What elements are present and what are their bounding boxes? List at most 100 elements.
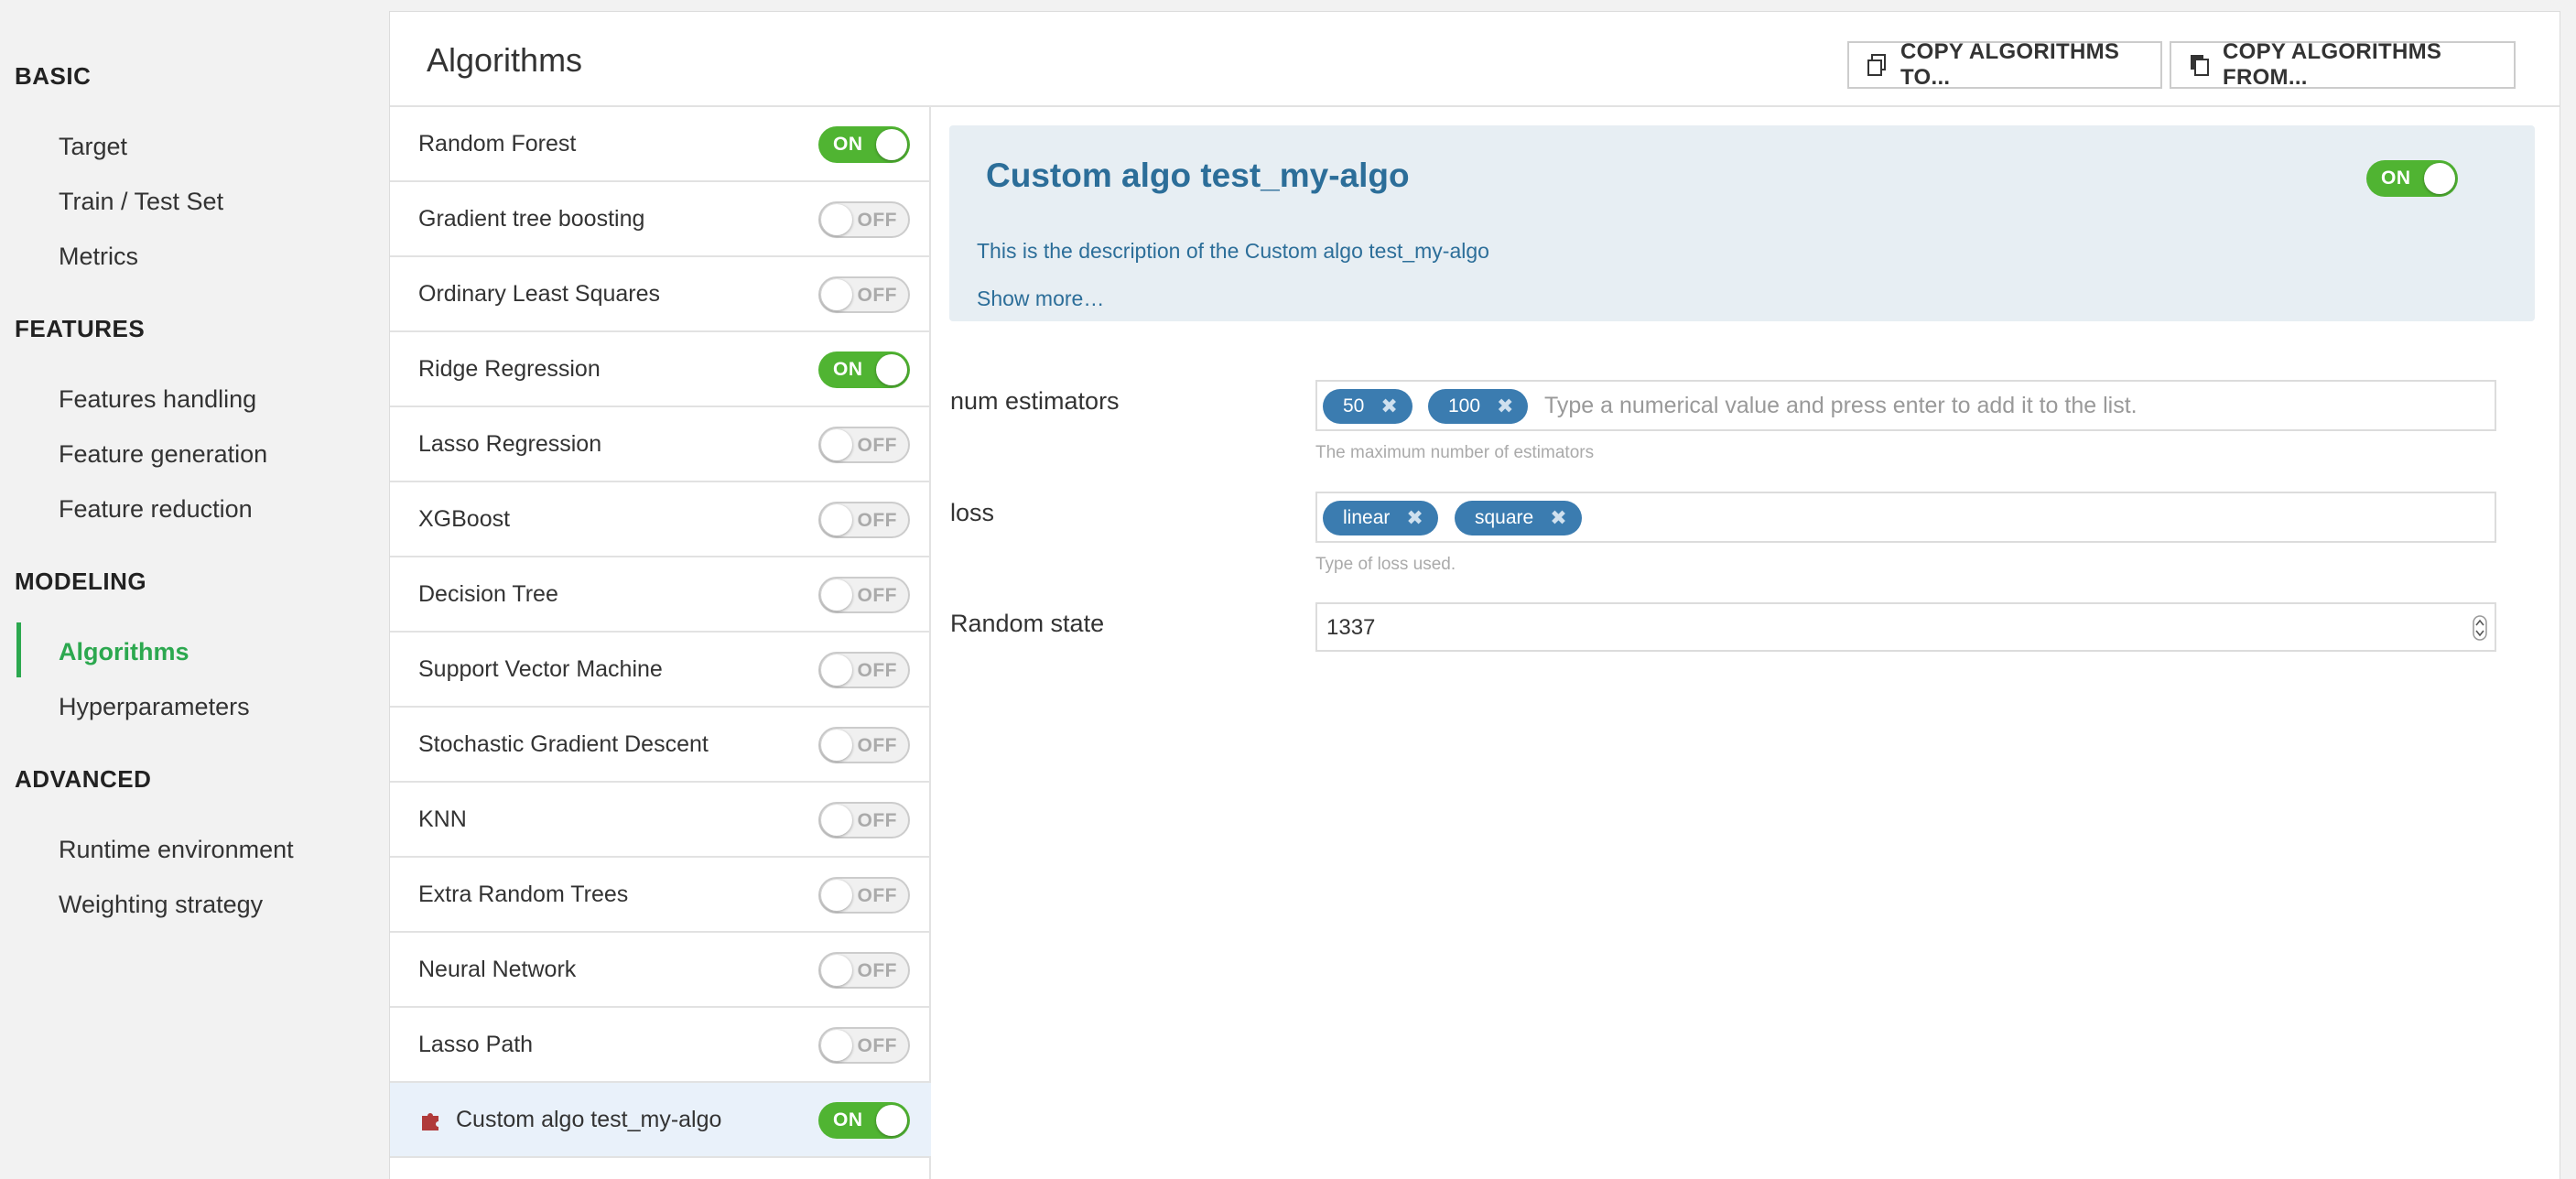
toggle-knob	[2424, 163, 2455, 194]
nav-item-hyperparameters[interactable]: Hyperparameters	[59, 693, 250, 721]
algorithm-row-ordinary-least-squares[interactable]: Ordinary Least Squares OFF	[390, 257, 931, 332]
algorithm-row-random-forest[interactable]: Random Forest ON	[390, 107, 931, 182]
nav-item-features-handling[interactable]: Features handling	[59, 385, 256, 414]
copy-algorithms-from-button[interactable]: COPY ALGORITHMS FROM...	[2170, 39, 2516, 90]
copy-to-label: COPY ALGORITHMS TO...	[1900, 39, 2120, 90]
algorithm-toggle[interactable]: OFF	[818, 802, 910, 838]
num-estimators-placeholder: Type a numerical value and press enter t…	[1544, 393, 2138, 418]
panel-header: Algorithms COPY ALGORITHMS TO... COPY AL…	[390, 12, 2560, 107]
show-more-link[interactable]: Show more…	[977, 287, 1104, 311]
algorithm-row-lasso-regression[interactable]: Lasso Regression OFF	[390, 407, 931, 482]
algorithm-name: XGBoost	[418, 505, 511, 532]
nav-item-metrics[interactable]: Metrics	[59, 243, 138, 271]
nav-item-feature-generation[interactable]: Feature generation	[59, 440, 267, 469]
nav-item-feature-reduction[interactable]: Feature reduction	[59, 495, 253, 524]
algorithm-row-gradient-tree-boosting[interactable]: Gradient tree boosting OFF	[390, 182, 931, 257]
algorithm-name: Lasso Regression	[418, 430, 602, 457]
algorithm-row-xgboost[interactable]: XGBoost OFF	[390, 482, 931, 557]
chip-label: 100	[1448, 395, 1481, 416]
remove-chip-icon[interactable]: ✖	[1406, 506, 1423, 530]
algorithm-toggle[interactable]: OFF	[818, 727, 910, 763]
algorithm-toggle[interactable]: OFF	[818, 1027, 910, 1064]
random-state-value: 1337	[1326, 615, 1376, 640]
toggle-knob	[821, 204, 852, 235]
algorithm-name: Decision Tree	[418, 580, 558, 607]
algorithm-name: Gradient tree boosting	[418, 205, 645, 232]
nav-section-advanced: ADVANCED	[15, 765, 152, 793]
algorithm-toggle[interactable]: OFF	[818, 276, 910, 313]
algorithm-row-stochastic-gradient-descent[interactable]: Stochastic Gradient Descent OFF	[390, 708, 931, 783]
toggle-knob	[821, 955, 852, 986]
nav-item-weighting-strategy[interactable]: Weighting strategy	[59, 891, 263, 919]
algorithm-row-neural-network[interactable]: Neural Network OFF	[390, 933, 931, 1008]
remove-chip-icon[interactable]: ✖	[1380, 395, 1397, 418]
algorithm-row-extra-random-trees[interactable]: Extra Random Trees OFF	[390, 858, 931, 933]
toggle-label: OFF	[857, 285, 897, 306]
toggle-label: ON	[833, 1109, 863, 1130]
algorithm-row-lasso-path[interactable]: Lasso Path OFF	[390, 1008, 931, 1083]
value-chip: 100 ✖	[1428, 389, 1529, 424]
algorithm-toggle[interactable]: OFF	[818, 652, 910, 688]
toggle-label: OFF	[857, 435, 897, 456]
algorithm-name: Lasso Path	[418, 1031, 534, 1057]
algorithm-row-knn[interactable]: KNN OFF	[390, 783, 931, 858]
algorithm-toggle[interactable]: OFF	[818, 952, 910, 989]
value-chip: square ✖	[1455, 501, 1582, 535]
algorithm-name: Extra Random Trees	[418, 881, 629, 907]
nav-item-runtime-environment[interactable]: Runtime environment	[59, 836, 294, 864]
toggle-knob	[821, 880, 852, 911]
algorithm-toggle[interactable]: OFF	[818, 201, 910, 238]
number-spinner-icon[interactable]	[2473, 615, 2487, 641]
random-state-input[interactable]: 1337	[1315, 602, 2496, 652]
algorithm-name: Ridge Regression	[418, 355, 601, 382]
algorithm-row-support-vector-machine[interactable]: Support Vector Machine OFF	[390, 633, 931, 708]
algorithm-row-decision-tree[interactable]: Decision Tree OFF	[390, 557, 931, 633]
copy-algorithms-to-button[interactable]: COPY ALGORITHMS TO...	[1847, 39, 2162, 90]
algorithm-toggle[interactable]: ON	[818, 1102, 910, 1139]
toggle-knob	[821, 579, 852, 611]
remove-chip-icon[interactable]: ✖	[1550, 506, 1566, 530]
algorithm-row-ridge-regression[interactable]: Ridge Regression ON	[390, 332, 931, 407]
nav-item-algorithms[interactable]: Algorithms	[59, 638, 189, 666]
algorithm-list: Random Forest ON Gradient tree boosting …	[390, 107, 931, 1179]
toggle-knob	[821, 1030, 852, 1061]
num-estimators-input[interactable]: 50 ✖ 100 ✖ Type a numerical value and pr…	[1315, 380, 2496, 431]
copy-from-icon	[2188, 53, 2212, 77]
copy-from-label: COPY ALGORITHMS FROM...	[2223, 39, 2442, 90]
toggle-knob	[821, 805, 852, 836]
page-title: Algorithms	[427, 41, 583, 79]
toggle-label: OFF	[857, 885, 897, 906]
algorithm-toggle[interactable]: ON	[818, 126, 910, 163]
algorithm-toggle[interactable]: OFF	[818, 427, 910, 463]
settings-nav: BASIC Target Train / Test Set Metrics FE…	[0, 0, 389, 1179]
toggle-label: ON	[2381, 168, 2411, 189]
algorithm-name: Neural Network	[418, 956, 577, 982]
nav-item-train-test-set[interactable]: Train / Test Set	[59, 188, 223, 216]
toggle-label: OFF	[857, 660, 897, 681]
nav-section-features: FEATURES	[15, 315, 146, 342]
algorithm-toggle[interactable]: ON	[818, 352, 910, 388]
loss-input[interactable]: linear ✖ square ✖	[1315, 492, 2496, 543]
algorithms-panel: Algorithms COPY ALGORITHMS TO... COPY AL…	[389, 11, 2560, 1179]
value-chip: 50 ✖	[1323, 389, 1412, 424]
nav-item-target[interactable]: Target	[59, 133, 127, 161]
toggle-label: OFF	[857, 585, 897, 606]
algorithm-name: Ordinary Least Squares	[418, 280, 661, 307]
toggle-knob	[821, 730, 852, 761]
algorithm-detail-toggle[interactable]: ON	[2366, 160, 2458, 197]
remove-chip-icon[interactable]: ✖	[1497, 395, 1513, 418]
toggle-knob	[821, 429, 852, 460]
toggle-label: OFF	[857, 1035, 897, 1056]
toggle-label: ON	[833, 134, 863, 155]
algorithm-toggle[interactable]: OFF	[818, 577, 910, 613]
toggle-knob	[876, 129, 907, 160]
algorithm-info-box: Custom algo test_my-algo ON This is the …	[949, 125, 2535, 321]
algorithm-row-custom-algo[interactable]: Custom algo test_my-algo ON	[390, 1083, 931, 1158]
toggle-label: OFF	[857, 510, 897, 531]
copy-to-icon	[1866, 53, 1889, 77]
algorithm-toggle[interactable]: OFF	[818, 502, 910, 538]
num-estimators-label: num estimators	[950, 387, 1120, 415]
algorithm-toggle[interactable]: OFF	[818, 877, 910, 914]
algorithm-name: Random Forest	[418, 130, 577, 157]
algorithm-detail-title: Custom algo test_my-algo	[986, 157, 1410, 194]
